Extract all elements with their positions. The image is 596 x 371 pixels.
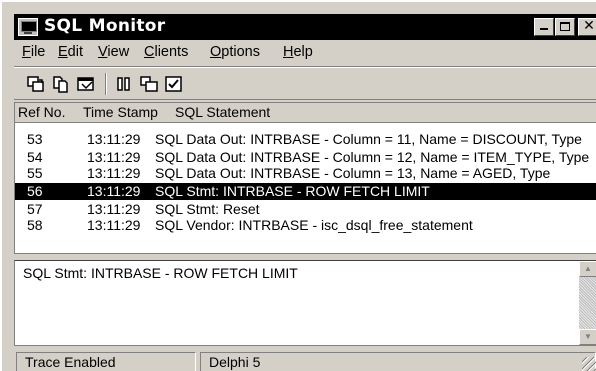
ref-no: 55 <box>27 165 43 181</box>
sql-statement: SQL Stmt: INTRBASE - ROW FETCH LIMIT <box>155 183 430 199</box>
column-time-stamp[interactable]: Time Stamp <box>83 104 158 120</box>
status-trace: Trace Enabled <box>16 352 196 371</box>
clear-icon[interactable] <box>139 75 159 93</box>
list-item-selected[interactable]: 56 13:11:29 SQL Stmt: INTRBASE - ROW FET… <box>15 183 596 200</box>
menu-help[interactable]: Help <box>283 44 313 60</box>
status-bar: Trace Enabled Delphi 5 <box>14 350 596 371</box>
save-log-icon[interactable] <box>26 75 46 93</box>
vertical-scrollbar[interactable]: ▲ ▼ <box>579 261 596 345</box>
ref-no: 56 <box>27 183 43 199</box>
ref-no: 54 <box>27 149 43 165</box>
minimize-button[interactable] <box>534 18 554 36</box>
toolbar <box>14 66 596 100</box>
monitor-icon[interactable] <box>18 18 38 36</box>
scroll-up-button[interactable]: ▲ <box>579 261 596 277</box>
menu-bar: File Edit View Clients Options Help <box>14 42 596 64</box>
window-title: SQL Monitor <box>44 16 166 36</box>
maximize-button[interactable] <box>555 18 575 36</box>
sql-statement: SQL Data Out: INTRBASE - Column = 12, Na… <box>155 149 590 165</box>
menu-edit[interactable]: Edit <box>58 44 83 60</box>
scroll-down-button[interactable]: ▼ <box>579 329 596 345</box>
maximize-icon <box>560 22 570 31</box>
menu-view[interactable]: View <box>98 44 129 60</box>
arrow-up-icon: ▲ <box>584 264 592 273</box>
options-icon[interactable] <box>164 75 184 93</box>
time-stamp: 13:11:29 <box>87 217 141 233</box>
menu-clients[interactable]: Clients <box>144 44 188 60</box>
title-bar[interactable]: SQL Monitor ✕ <box>14 14 596 40</box>
menu-options[interactable]: Options <box>210 44 260 60</box>
pause-icon[interactable] <box>114 75 134 93</box>
statement-detail-box[interactable]: SQL Stmt: INTRBASE - ROW FETCH LIMIT ▲ ▼ <box>14 260 596 346</box>
list-item[interactable]: 55 13:11:29 SQL Data Out: INTRBASE - Col… <box>15 165 596 181</box>
sql-statement: SQL Vendor: INTRBASE - isc_dsql_free_sta… <box>155 217 473 233</box>
print-icon[interactable] <box>76 75 96 93</box>
time-stamp: 13:11:29 <box>87 201 141 217</box>
sql-statement: SQL Data Out: INTRBASE - Column = 11, Na… <box>155 131 582 147</box>
list-item[interactable]: 57 13:11:29 SQL Stmt: Reset <box>15 201 596 217</box>
ref-no: 57 <box>27 201 43 217</box>
arrow-down-icon: ▼ <box>584 332 592 341</box>
time-stamp: 13:11:29 <box>87 149 141 165</box>
list-item[interactable]: 54 13:11:29 SQL Data Out: INTRBASE - Col… <box>15 149 596 165</box>
list-header: Ref No. Time Stamp SQL Statement <box>15 103 596 123</box>
sql-statement: SQL Stmt: Reset <box>155 201 260 217</box>
minimize-icon <box>540 28 548 30</box>
menu-file[interactable]: File <box>22 44 45 60</box>
column-sql-statement[interactable]: SQL Statement <box>175 104 270 120</box>
sql-trace-list[interactable]: Ref No. Time Stamp SQL Statement 53 13:1… <box>14 102 596 254</box>
list-item[interactable]: 53 13:11:29 SQL Data Out: INTRBASE - Col… <box>15 131 596 147</box>
time-stamp: 13:11:29 <box>87 183 141 199</box>
status-client: Delphi 5 <box>200 352 596 371</box>
list-item[interactable]: 58 13:11:29 SQL Vendor: INTRBASE - isc_d… <box>15 217 596 233</box>
statement-detail-text: SQL Stmt: INTRBASE - ROW FETCH LIMIT <box>23 265 298 281</box>
time-stamp: 13:11:29 <box>87 131 141 147</box>
resize-grip-icon[interactable] <box>582 357 596 371</box>
close-icon: ✕ <box>583 18 595 34</box>
sql-monitor-window: SQL Monitor ✕ File Edit View Clients Opt… <box>0 0 596 371</box>
toolbar-separator <box>105 73 107 95</box>
column-ref-no[interactable]: Ref No. <box>18 104 65 120</box>
ref-no: 58 <box>27 217 43 233</box>
close-button[interactable]: ✕ <box>578 18 596 36</box>
copy-icon[interactable] <box>51 75 71 93</box>
ref-no: 53 <box>27 131 43 147</box>
time-stamp: 13:11:29 <box>87 165 141 181</box>
sql-statement: SQL Data Out: INTRBASE - Column = 13, Na… <box>155 165 551 181</box>
